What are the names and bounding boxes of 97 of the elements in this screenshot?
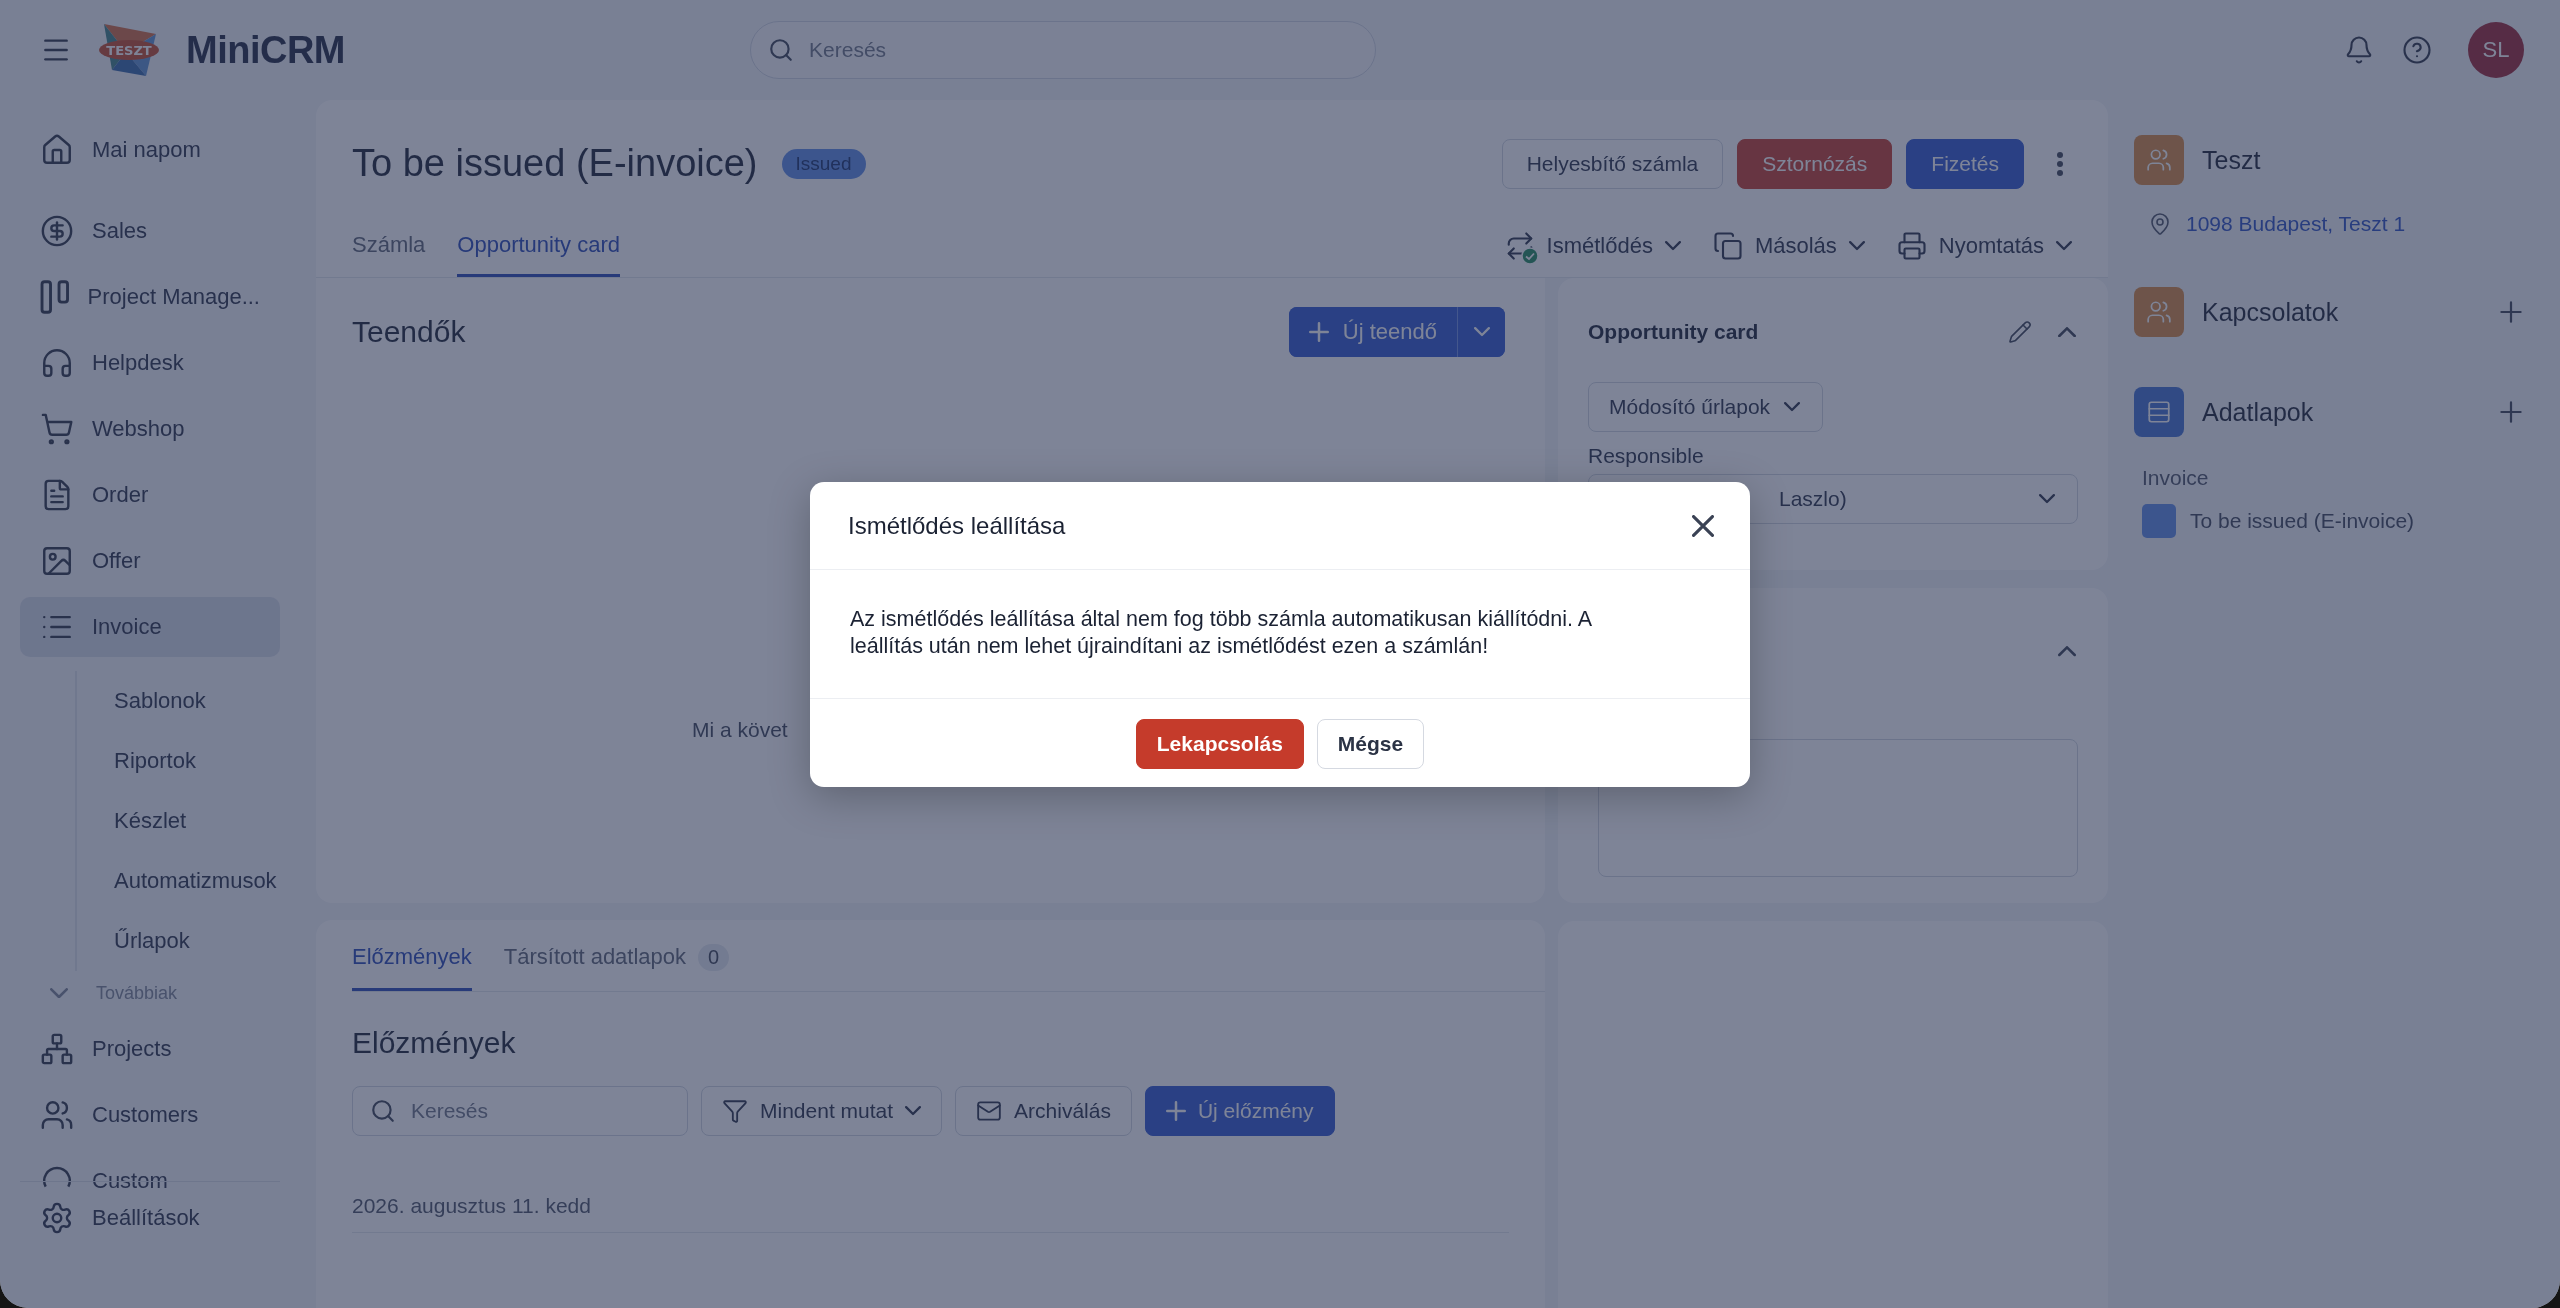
plus-icon [2500,401,2522,423]
sidebar-subitem[interactable]: Készlet [77,791,280,851]
sidebar-subitem[interactable]: Sablonok [77,671,280,731]
search-field[interactable]: Keresés [352,1086,688,1136]
collapse-button[interactable] [2056,644,2078,659]
modal-title: Ismétlődés leállítása [848,511,1066,540]
action-dropdown[interactable]: Másolás [1712,227,1865,277]
plus-icon [2500,301,2522,323]
card-title: Opportunity card [1588,320,1759,344]
header-button[interactable]: Fizetés [1906,138,2024,189]
sidebar-item[interactable]: Projects [20,1019,280,1079]
modal-message: Az ismétlődés leállítása által nem fog több számla automatikusan kiállítódni. A leállítás után nem lehet újraindítani az ismétlődést ezen a számlán! [810,570,1750,699]
sidebar-item[interactable]: Order [20,465,280,525]
sidebar-subitem[interactable]: Riportok [77,731,280,791]
confirm-button[interactable]: Lekapcsolás [1135,718,1304,769]
user-avatar[interactable]: SL [2468,22,2524,78]
hierarchy-icon [40,1032,74,1066]
search-field[interactable]: Keresés [750,21,1377,79]
sidebar-item[interactable]: Webshop [20,399,280,459]
empty-text: Mi a követ [692,718,789,742]
chevron-down-icon [1848,241,1865,251]
filter-dropdown[interactable]: Mindent mutat [701,1086,943,1136]
cart-icon [40,412,74,446]
tab-label: Előzmények [352,944,472,970]
forms-dropdown[interactable]: Módosító űrlapok [1588,382,1824,432]
new-entry-button[interactable]: Új előzmény [1144,1086,1335,1136]
sidebar-subitem[interactable]: Automatizmusok [77,851,280,911]
tab[interactable]: Előzmények [352,938,472,991]
page-title: To be issued (E-invoice) [352,142,758,186]
filter-icon [722,1098,748,1124]
tab[interactable]: Számla [352,227,426,277]
plus-icon [1308,322,1329,342]
sidebar-item[interactable]: Offer [20,531,280,591]
date-heading: 2026. augusztus 11. kedd [352,1194,1509,1233]
location-pin-icon [2148,212,2172,236]
dropdown-button[interactable] [1457,307,1505,357]
chevron-down-icon [2039,494,2055,504]
chevron-down-icon [1664,241,1681,251]
add-button[interactable] [2498,399,2524,425]
people-icon [2134,135,2184,185]
sidebar-item[interactable]: Sales [20,201,280,261]
chevron-down-icon [905,1106,922,1116]
sidebar-subitem[interactable]: Űrlapok [77,911,280,971]
columns-icon [40,280,70,314]
plus-icon [1165,1101,1186,1121]
people-icon [2134,287,2184,337]
settings-item[interactable]: Beállítások [20,1188,280,1248]
printer-icon [1896,231,1927,262]
bell-icon [2344,35,2374,65]
cancel-button[interactable]: Mégse [1316,718,1425,769]
action-dropdown[interactable]: Nyomtatás [1896,227,2072,277]
record-link[interactable]: To be issued (E-invoice) [2142,504,2524,538]
image-icon [40,544,74,578]
sidebar-item[interactable]: Mai napom [20,120,280,180]
search-icon [768,37,795,63]
collapse-button[interactable] [2056,324,2078,340]
kebab-icon [2056,150,2064,177]
dollar-icon [40,214,74,248]
edit-button[interactable] [2006,318,2034,346]
chevron-down-icon [2056,241,2072,251]
chevron-down-icon [50,987,68,999]
contact-name: Teszt [2202,145,2262,175]
archive-button[interactable]: Archiválás [955,1086,1132,1136]
chevron-down-icon [1473,327,1490,337]
tab-label: Társított adatlapok [503,944,687,970]
sidebar-item[interactable]: Customers [20,1085,280,1145]
section-title: Előzmények [352,1026,517,1060]
settings-icon [40,1201,74,1235]
headphones-icon [40,346,74,380]
pencil-icon [2008,320,2032,344]
add-button[interactable] [2498,299,2524,325]
close-icon [1692,514,1714,537]
document-icon [2134,387,2184,437]
section-title: Kapcsolatok [2202,297,2340,327]
count-badge: 0 [698,943,730,971]
sidebar-item[interactable]: Helpdesk [20,333,280,393]
group-label: Invoice [2142,466,2210,490]
sidebar-item[interactable]: Project Manage... [20,267,280,327]
section-title: Teendők [352,315,466,349]
tab[interactable]: Társított adatlapok 0 [503,938,730,991]
close-button[interactable] [1690,512,1716,539]
home-icon [40,133,74,167]
people-icon [40,1098,74,1132]
header-button[interactable]: Helyesbítő számla [1501,138,1724,189]
chevron-up-icon [2058,326,2076,338]
section-title: Adatlapok [2202,397,2315,427]
field-label: Responsible [1588,444,1705,468]
search-icon [370,1098,396,1124]
sidebar-item[interactable]: Invoice [20,597,280,657]
copy-icon [1712,231,1743,262]
help-icon [2402,35,2432,65]
brand-name: MiniCRM [186,28,346,72]
envelope-icon [976,1098,1003,1124]
header-button[interactable]: Sztornózás [1737,138,1893,189]
address-link[interactable]: 1098 Budapest, Teszt 1 [2148,212,2524,236]
chevron-up-icon [2058,646,2076,657]
chevron-down-icon [1784,402,1801,412]
